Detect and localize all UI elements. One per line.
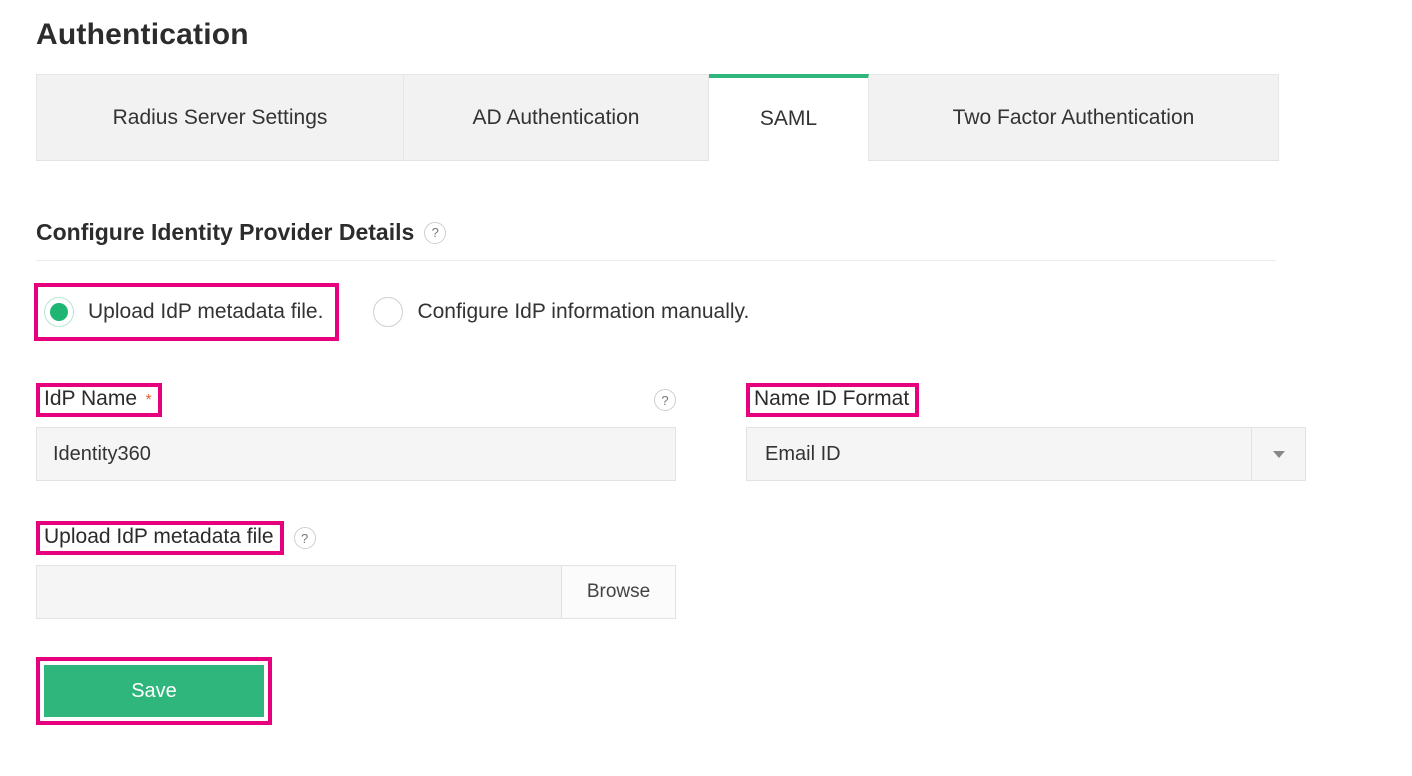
tab-label: AD Authentication — [473, 106, 640, 130]
section-heading-row: Configure Identity Provider Details ? — [36, 219, 1276, 261]
name-id-format-select[interactable]: Email ID — [746, 427, 1306, 481]
help-icon[interactable]: ? — [294, 527, 316, 549]
field-name-id-format: Name ID Format Email ID — [746, 383, 1306, 481]
section-title: Configure Identity Provider Details — [36, 219, 414, 246]
help-icon[interactable]: ? — [424, 222, 446, 244]
field-upload-metadata: Upload IdP metadata file ? Browse — [36, 521, 676, 619]
radio-label: Upload IdP metadata file. — [88, 300, 323, 324]
idp-name-input[interactable] — [36, 427, 676, 481]
idp-form: IdP Name * ? Name ID Format Email ID — [36, 383, 1316, 481]
tab-radius-server-settings[interactable]: Radius Server Settings — [36, 74, 404, 160]
page-title: Authentication — [36, 18, 1412, 52]
chevron-down-icon — [1251, 428, 1305, 480]
radio-configure-manually[interactable]: Configure IdP information manually. — [365, 285, 763, 339]
required-mark: * — [145, 392, 151, 409]
field-label: Upload IdP metadata file — [44, 525, 274, 548]
save-button[interactable]: Save — [44, 665, 264, 717]
field-label: IdP Name — [44, 387, 137, 410]
save-highlight: Save — [36, 657, 272, 725]
select-value: Email ID — [765, 443, 841, 466]
upload-label-wrap: Upload IdP metadata file — [36, 521, 284, 555]
radio-upload-metadata[interactable]: Upload IdP metadata file. — [36, 285, 337, 339]
help-icon[interactable]: ? — [654, 389, 676, 411]
tab-label: Two Factor Authentication — [953, 106, 1195, 130]
field-idp-name: IdP Name * ? — [36, 383, 676, 481]
nameid-label-wrap: Name ID Format — [746, 383, 919, 417]
tab-label: SAML — [760, 107, 817, 131]
radio-icon — [44, 297, 74, 327]
tab-two-factor-authentication[interactable]: Two Factor Authentication — [869, 74, 1279, 160]
tab-ad-authentication[interactable]: AD Authentication — [404, 74, 709, 160]
browse-button[interactable]: Browse — [562, 565, 676, 619]
auth-tabs: Radius Server Settings AD Authentication… — [36, 74, 1279, 161]
idp-name-label-wrap: IdP Name * — [36, 383, 162, 417]
radio-label: Configure IdP information manually. — [417, 300, 749, 324]
config-mode-radio-group: Upload IdP metadata file. Configure IdP … — [36, 285, 1412, 339]
tab-label: Radius Server Settings — [113, 106, 328, 130]
field-label: Name ID Format — [754, 387, 909, 410]
radio-icon — [373, 297, 403, 327]
upload-file-path-input[interactable] — [36, 565, 562, 619]
actions-row: Save — [36, 657, 1412, 725]
tab-saml[interactable]: SAML — [709, 74, 869, 160]
